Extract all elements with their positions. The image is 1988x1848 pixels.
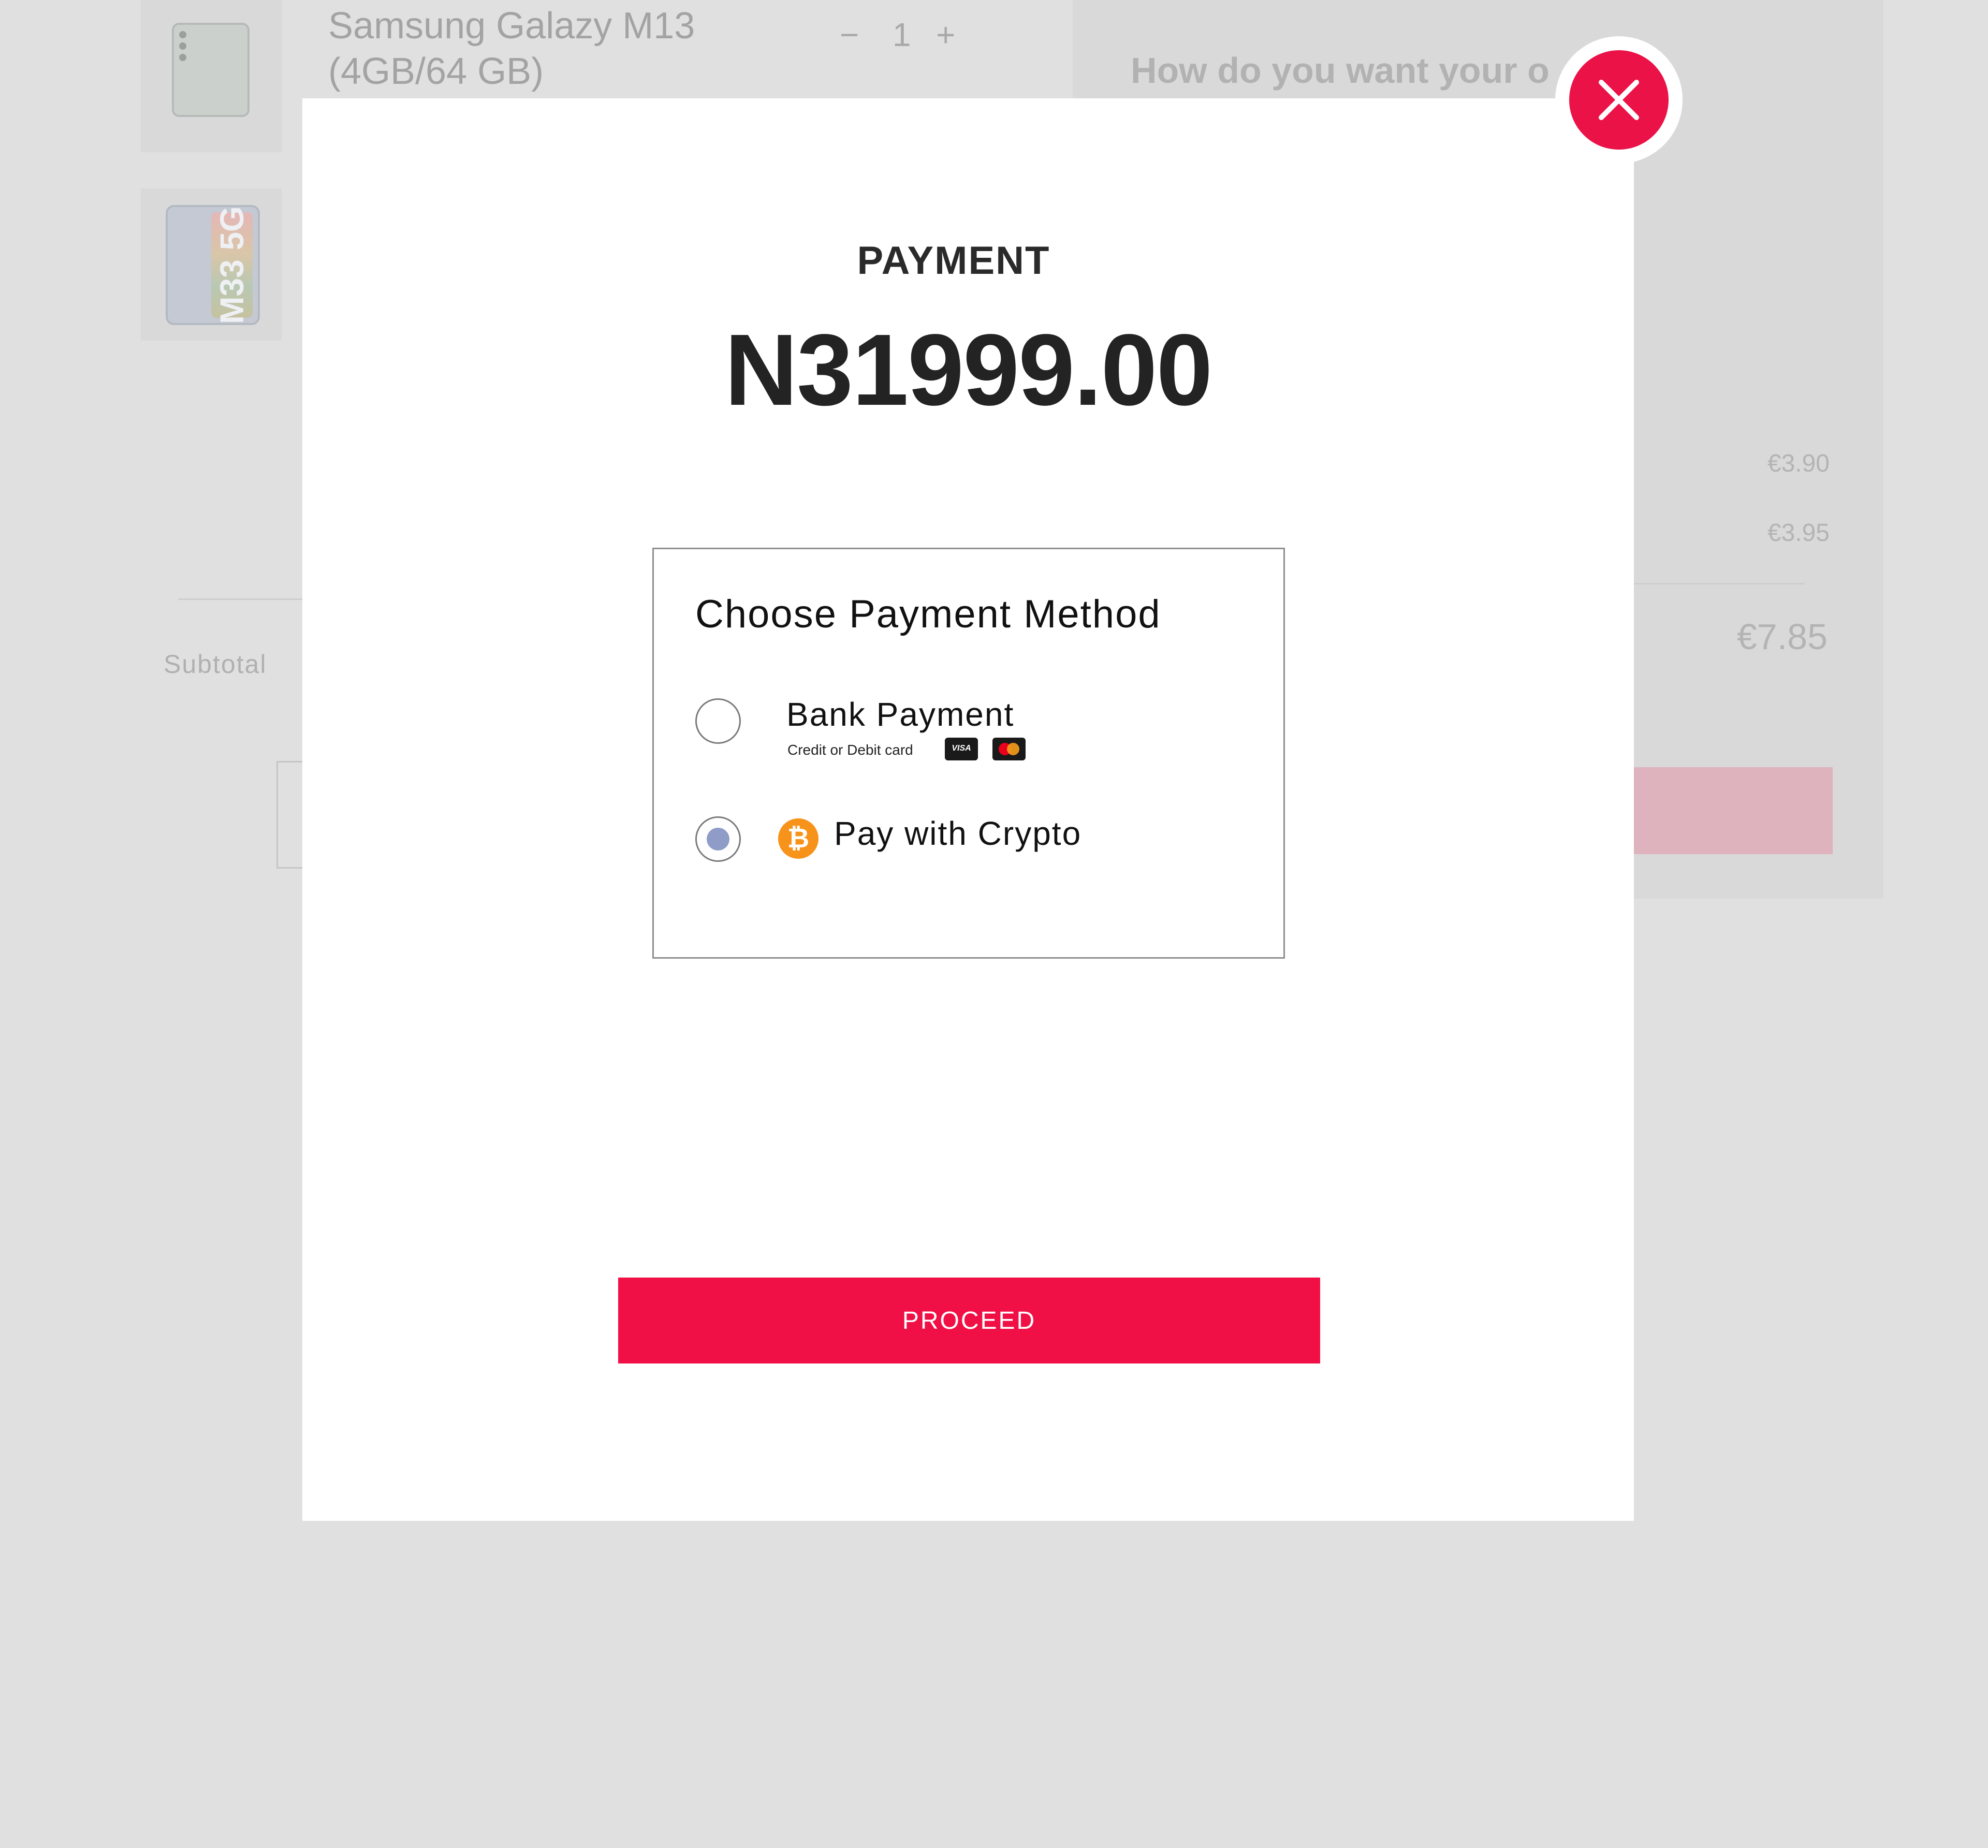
divider (178, 598, 302, 600)
bank-payment-sublabel: Credit or Debit card (787, 742, 913, 758)
qty-increment-button[interactable]: + (936, 16, 955, 54)
close-icon (1599, 80, 1639, 120)
crypto-radio[interactable] (695, 816, 741, 862)
subtotal-label: Subtotal (164, 650, 267, 679)
checkout-button[interactable] (1631, 767, 1833, 854)
crypto-label[interactable]: Pay with Crypto (834, 814, 1081, 853)
phone-image: M33 5G (166, 205, 260, 325)
visa-icon: VISA (945, 738, 978, 760)
product-name[interactable]: Samsung Galazy M13 (4GB/64 GB) (328, 3, 695, 94)
phone-image (172, 23, 250, 117)
bank-payment-label[interactable]: Bank Payment (786, 695, 1014, 734)
divider (1631, 583, 1805, 584)
delivery-heading: How do you want your o (1131, 50, 1550, 91)
modal-title: PAYMENT (857, 239, 1050, 283)
payment-amount: N31999.00 (724, 313, 1212, 427)
total-value: €7.85 (1736, 617, 1828, 657)
fee-value: €3.90 (1767, 450, 1830, 477)
radio-selected-dot (707, 828, 729, 850)
fee-value: €3.95 (1767, 519, 1830, 547)
qty-decrement-button[interactable]: − (840, 16, 859, 54)
close-button-ring (1555, 36, 1683, 164)
payment-method-box: Choose Payment Method Bank Payment Credi… (652, 548, 1285, 959)
qty-value: 1 (893, 16, 911, 53)
mastercard-icon (992, 738, 1026, 760)
product-thumbnail: M33 5G (141, 188, 282, 341)
bitcoin-icon: ₿ (778, 818, 818, 859)
payment-method-heading: Choose Payment Method (695, 592, 1161, 636)
bank-payment-radio[interactable] (695, 698, 741, 744)
proceed-button[interactable]: PROCEED (618, 1278, 1320, 1363)
close-button[interactable] (1569, 50, 1669, 150)
product-thumbnail (141, 0, 282, 152)
payment-modal: PAYMENT N31999.00 Choose Payment Method … (302, 98, 1634, 1521)
